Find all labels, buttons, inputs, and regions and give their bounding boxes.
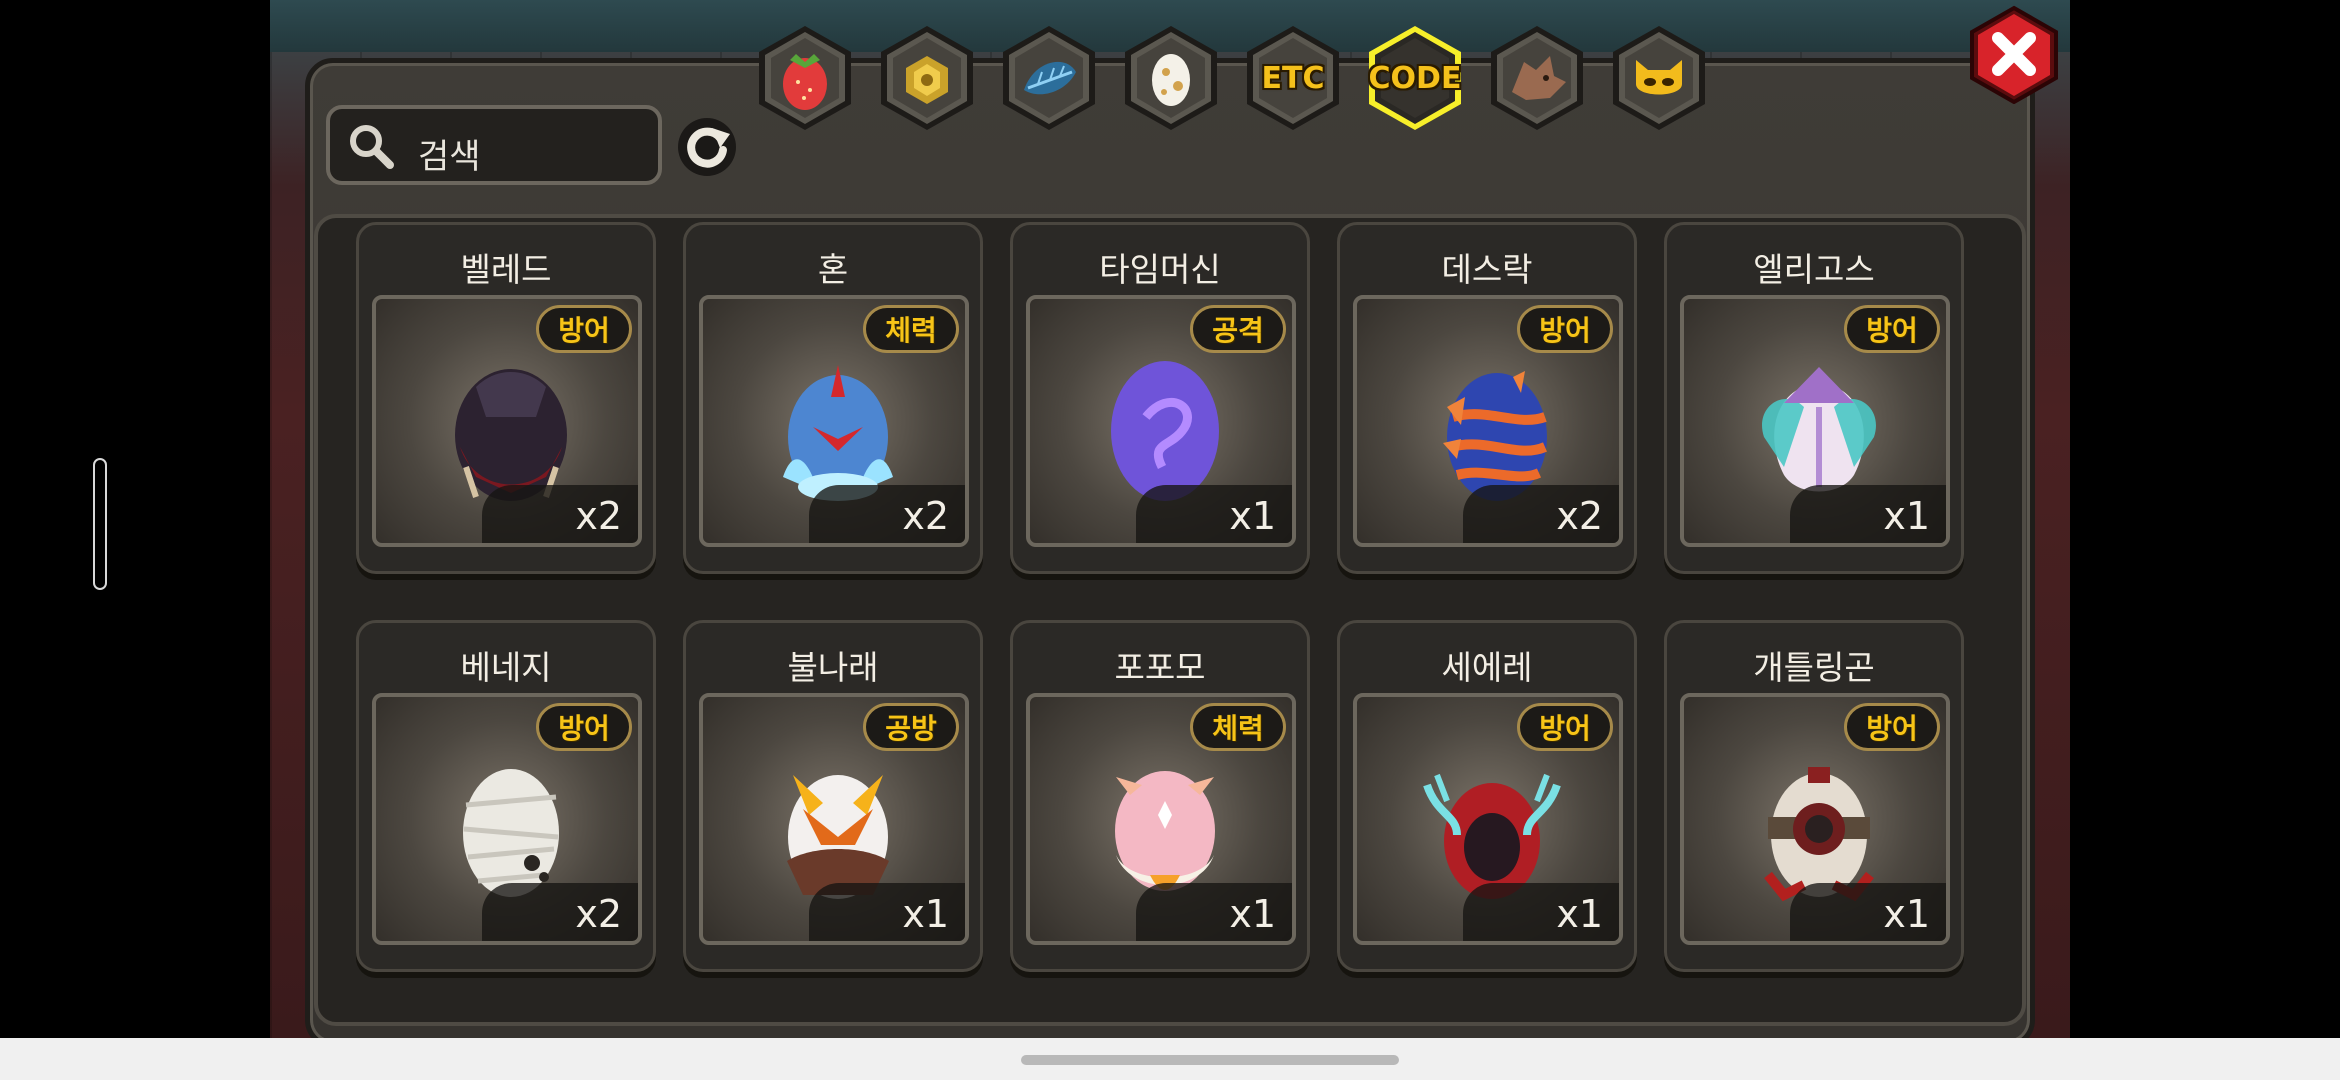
tab-label: ETC bbox=[1261, 60, 1325, 96]
item-image-frame: 방어 x2 bbox=[1353, 295, 1623, 547]
item-count: x2 bbox=[482, 883, 638, 941]
pink-fluffy-egg-icon bbox=[1090, 745, 1240, 905]
item-image-frame: 공격 x1 bbox=[1026, 295, 1296, 547]
bandaged-egg-icon bbox=[436, 745, 586, 905]
tab-label: CODE bbox=[1368, 60, 1462, 96]
item-count: x1 bbox=[1463, 883, 1619, 941]
tab-feather[interactable] bbox=[998, 22, 1100, 134]
item-card[interactable]: 불나래공방 x1 bbox=[683, 620, 983, 972]
item-image-frame: 방어 x1 bbox=[1353, 693, 1623, 945]
item-name: 타임머신 bbox=[1099, 250, 1221, 289]
stat-badge: 공방 bbox=[863, 703, 959, 751]
tab-egg[interactable] bbox=[1120, 22, 1222, 134]
stat-badge: 체력 bbox=[1190, 703, 1286, 751]
item-card[interactable]: 혼체력 x2 bbox=[683, 222, 983, 574]
item-image-frame: 방어 x1 bbox=[1680, 693, 1950, 945]
item-name: 불나래 bbox=[787, 648, 879, 687]
stat-badge: 방어 bbox=[536, 305, 632, 353]
item-image-frame: 방어 x2 bbox=[372, 693, 642, 945]
stat-badge: 방어 bbox=[536, 703, 632, 751]
search-icon bbox=[350, 125, 394, 169]
item-count: x1 bbox=[1790, 485, 1946, 543]
item-count: x2 bbox=[809, 485, 965, 543]
item-card[interactable]: 타임머신공격 x1 bbox=[1010, 222, 1310, 574]
item-image-frame: 공방 x1 bbox=[699, 693, 969, 945]
red-hooded-egg-icon bbox=[1417, 745, 1567, 905]
item-name: 포포모 bbox=[1114, 648, 1206, 687]
purple-egg-icon bbox=[1090, 347, 1240, 507]
item-card[interactable]: 포포모체력 x1 bbox=[1010, 620, 1310, 972]
tab-coin[interactable] bbox=[876, 22, 978, 134]
item-card[interactable]: 세에레방어 x1 bbox=[1337, 620, 1637, 972]
item-card[interactable]: 개틀링곤방어 x1 bbox=[1664, 620, 1964, 972]
item-card[interactable]: 엘리고스방어 x1 bbox=[1664, 222, 1964, 574]
side-drag-handle[interactable] bbox=[93, 458, 107, 590]
item-image-frame: 체력 x2 bbox=[699, 295, 969, 547]
item-count: x1 bbox=[1136, 485, 1292, 543]
fire-horn-egg-icon bbox=[763, 745, 913, 905]
item-count: x2 bbox=[1463, 485, 1619, 543]
search-input[interactable]: 검색 bbox=[326, 105, 662, 185]
stat-badge: 방어 bbox=[1844, 703, 1940, 751]
stat-badge: 체력 bbox=[863, 305, 959, 353]
close-icon[interactable] bbox=[1966, 4, 2062, 104]
tab-dragon[interactable] bbox=[1486, 22, 1588, 134]
item-name: 벨레드 bbox=[460, 250, 552, 289]
item-name: 혼 bbox=[817, 250, 849, 289]
armored-gatling-egg-icon bbox=[1744, 745, 1894, 905]
item-card[interactable]: 베네지방어 x2 bbox=[356, 620, 656, 972]
stat-badge: 방어 bbox=[1517, 703, 1613, 751]
item-count: x1 bbox=[1136, 883, 1292, 941]
blue-flame-egg-icon bbox=[763, 347, 913, 507]
item-image-frame: 방어 x1 bbox=[1680, 295, 1950, 547]
item-name: 개틀링곤 bbox=[1753, 648, 1875, 687]
item-count: x1 bbox=[809, 883, 965, 941]
item-count: x2 bbox=[482, 485, 638, 543]
item-card[interactable]: 벨레드방어 x2 bbox=[356, 222, 656, 574]
tab-etc[interactable]: ETC bbox=[1242, 22, 1344, 134]
stat-badge: 방어 bbox=[1517, 305, 1613, 353]
horned-striped-egg-icon bbox=[1417, 347, 1567, 507]
tab-code[interactable]: CODE bbox=[1364, 22, 1466, 134]
dark-hooded-egg-icon bbox=[436, 347, 586, 507]
item-image-frame: 체력 x1 bbox=[1026, 693, 1296, 945]
tab-mask[interactable] bbox=[1608, 22, 1710, 134]
stat-badge: 방어 bbox=[1844, 305, 1940, 353]
item-name: 엘리고스 bbox=[1753, 250, 1875, 289]
search-placeholder: 검색 bbox=[418, 137, 481, 177]
item-name: 데스락 bbox=[1441, 250, 1533, 289]
item-name: 세에레 bbox=[1441, 648, 1533, 687]
stat-badge: 공격 bbox=[1190, 305, 1286, 353]
item-image-frame: 방어 x2 bbox=[372, 295, 642, 547]
item-count: x1 bbox=[1790, 883, 1946, 941]
tab-fruit[interactable] bbox=[754, 22, 856, 134]
item-card[interactable]: 데스락방어 x2 bbox=[1337, 222, 1637, 574]
item-name: 베네지 bbox=[460, 648, 552, 687]
refresh-icon[interactable] bbox=[676, 116, 738, 178]
crystal-winged-egg-icon bbox=[1744, 347, 1894, 507]
home-indicator[interactable] bbox=[1021, 1055, 1399, 1065]
